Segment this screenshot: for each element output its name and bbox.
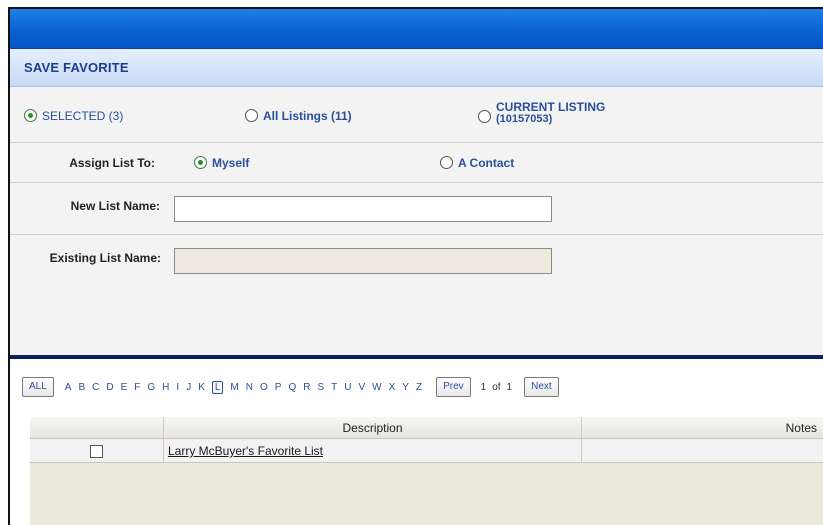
row-description-cell: Larry McBuyer's Favorite List [164,439,582,463]
letter-filter-r[interactable]: R [303,382,310,393]
table-header: Description Notes [30,417,823,439]
row-checkbox[interactable] [90,444,103,458]
save-favorite-window: SAVE FAVORITE SELECTED (3) All Listings … [8,7,823,525]
radio-current-listing-label: CURRENT LISTING (10157053) [496,101,605,125]
column-header-notes[interactable]: Notes [582,417,823,439]
letter-filter-l[interactable]: L [211,380,224,394]
pager-current-page: 1 [480,381,487,393]
existing-list-name-label: Existing List Name: [49,251,161,265]
current-listing-line1: CURRENT LISTING [496,100,606,114]
letter-filter-e[interactable]: E [121,382,128,393]
row-notes-cell [582,439,823,463]
dialog-title: SAVE FAVORITE [24,60,129,75]
letter-filter-o[interactable]: O [260,382,268,393]
assign-list-label: Assign List To: [69,156,155,170]
table-row: Larry McBuyer's Favorite List [30,439,823,463]
alphabet-filter-bar: ALL ABCDEFGHIJKLMNOPQRSTUVWXYZ Prev 1 of… [22,375,559,399]
letter-filter-t[interactable]: T [331,382,337,393]
pager-of-label: of [492,381,501,393]
radio-current-listing[interactable]: CURRENT LISTING (10157053) [478,101,605,125]
assign-list-row: Assign List To: Myself A Contact [10,143,823,183]
letter-filter-u[interactable]: U [344,382,351,393]
letter-filter-v[interactable]: V [358,382,365,393]
radio-current-listing-indicator[interactable] [478,109,491,123]
radio-assign-myself-label: Myself [212,155,250,170]
column-header-description[interactable]: Description [164,417,582,439]
letter-filter-d[interactable]: D [106,382,113,393]
letter-filter-s[interactable]: S [317,382,324,393]
letter-filter-x[interactable]: X [389,382,396,393]
row-select-cell [30,439,164,463]
existing-list-name-select[interactable] [174,248,552,274]
letter-filter-h[interactable]: H [162,382,169,393]
letter-filter-b[interactable]: B [78,382,85,393]
window-header-bar [10,9,823,49]
letter-filter-m[interactable]: M [230,382,238,393]
column-header-select [30,417,164,439]
letter-filter-y[interactable]: Y [402,382,409,393]
letter-filter-j[interactable]: J [186,382,191,393]
radio-assign-myself[interactable]: Myself [194,156,249,169]
letter-filter-p[interactable]: P [275,382,282,393]
row-description-link[interactable]: Larry McBuyer's Favorite List [164,444,323,458]
letter-filter-list: ABCDEFGHIJKLMNOPQRSTUVWXYZ [58,380,422,394]
letter-filter-c[interactable]: C [92,382,99,393]
letter-filter-g[interactable]: G [147,382,155,393]
new-list-name-input[interactable] [174,196,552,222]
radio-all-listings[interactable]: All Listings (11) [245,109,352,122]
new-list-name-row: New List Name: [10,183,823,235]
radio-assign-contact-indicator[interactable] [440,156,453,169]
radio-selected-indicator[interactable] [24,109,37,122]
letter-filter-f[interactable]: F [134,382,140,393]
letter-filter-w[interactable]: W [372,382,381,393]
radio-selected-label: SELECTED (3) [42,108,124,123]
existing-list-name-row: Existing List Name: [10,235,823,355]
list-browser-panel: ALL ABCDEFGHIJKLMNOPQRSTUVWXYZ Prev 1 of… [10,359,823,525]
radio-assign-myself-indicator[interactable] [194,156,207,169]
scope-selection-row: SELECTED (3) All Listings (11) CURRENT L… [10,87,823,143]
letter-filter-a[interactable]: A [65,382,72,393]
letter-filter-i[interactable]: I [176,382,179,393]
current-listing-line2: (10157053) [496,113,553,125]
new-list-name-label: New List Name: [70,199,160,213]
radio-all-listings-indicator[interactable] [245,109,258,122]
letter-filter-k[interactable]: K [198,382,205,393]
radio-assign-contact[interactable]: A Contact [440,156,514,169]
filter-all-button[interactable]: ALL [22,377,54,397]
prev-page-button[interactable]: Prev [436,377,471,397]
dialog-title-bar: SAVE FAVORITE [10,49,823,87]
letter-filter-q[interactable]: Q [288,382,296,393]
radio-all-listings-label: All Listings (11) [263,108,352,123]
pager-total-pages: 1 [506,381,513,393]
favorite-lists-table: Description Notes Larry McBuyer's Favori… [30,417,823,525]
next-page-button[interactable]: Next [524,377,559,397]
letter-filter-n[interactable]: N [246,382,253,393]
letter-filter-z[interactable]: Z [416,382,422,393]
radio-selected[interactable]: SELECTED (3) [24,109,123,122]
radio-assign-contact-label: A Contact [458,155,515,170]
